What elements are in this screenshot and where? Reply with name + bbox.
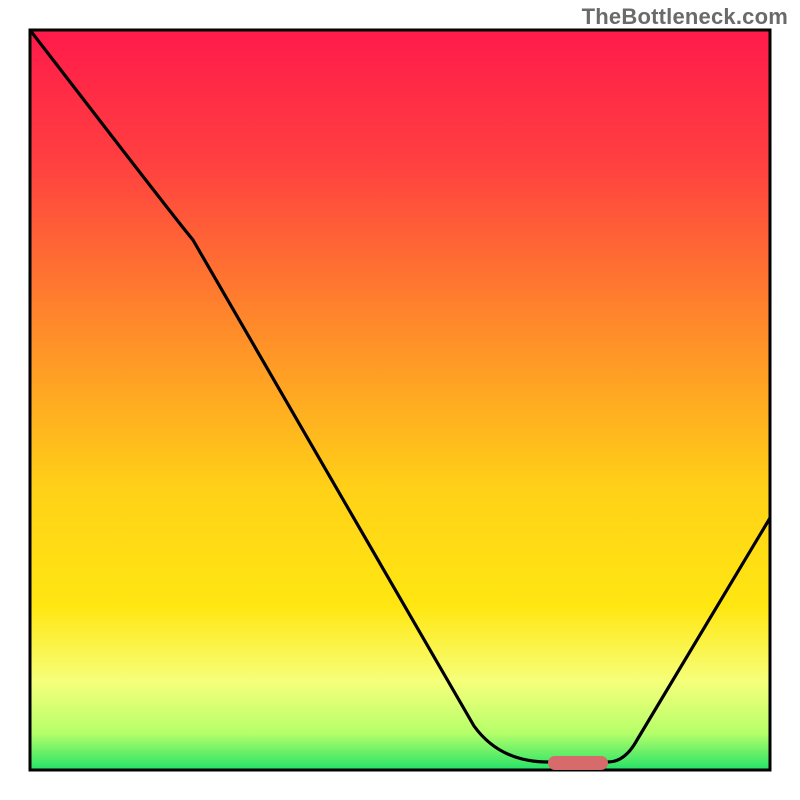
plot-area [30,30,770,770]
watermark-text: TheBottleneck.com [582,4,788,30]
chart-container: TheBottleneck.com [0,0,800,800]
optimal-marker [548,756,608,770]
bottleneck-chart [0,0,800,800]
